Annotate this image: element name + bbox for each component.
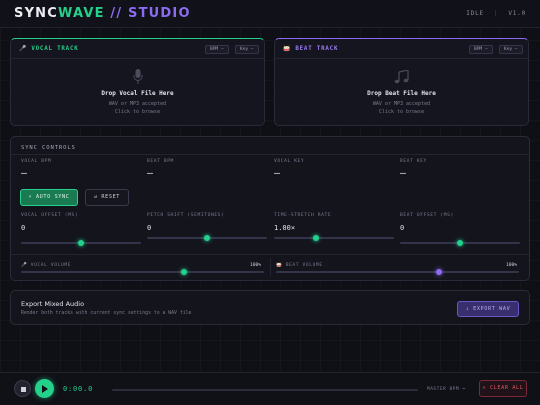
stat-vocal-bpm-value: — xyxy=(21,168,28,179)
volume-divider xyxy=(11,254,529,255)
drum-icon: 🥁 xyxy=(283,46,292,52)
vocal-key-pill: Key — xyxy=(235,45,259,54)
export-panel: Export Mixed Audio Render both tracks wi… xyxy=(10,290,530,325)
beat-drop-zone[interactable]: Drop Beat File Here WAV or MP3 accepted … xyxy=(275,59,528,125)
beat-volume-value: 100% xyxy=(506,263,518,268)
vocal-offset-slider-thumb[interactable] xyxy=(78,240,84,246)
beat-offset-slider-thumb[interactable] xyxy=(457,240,463,246)
transport-bar: 0:00.0 MASTER BPM — ✕ CLEAR ALL xyxy=(0,372,540,405)
music-notes-icon-svg xyxy=(394,69,409,84)
header-status-area: IDLE | V1.0 xyxy=(466,10,526,17)
version-label: V1.0 xyxy=(508,10,526,17)
app-logo: SYNCWAVE // STUDIO xyxy=(14,6,191,21)
pitch-shift-value: 0 xyxy=(147,224,152,232)
vocal-volume-value: 100% xyxy=(250,263,262,268)
beat-drop-browse: Click to browse xyxy=(378,109,425,115)
playback-time: 0:00.0 xyxy=(63,385,94,393)
vocal-drop-formats: WAV or MP3 accepted xyxy=(108,101,167,107)
beat-drop-formats: WAV or MP3 accepted xyxy=(372,101,431,107)
export-wav-button[interactable]: ↓ EXPORT WAV xyxy=(457,301,519,317)
beat-track-card: 🥁 BEAT TRACK BPM — Key — Drop Beat File … xyxy=(274,38,529,126)
beat-track-title-text: BEAT TRACK xyxy=(295,46,339,52)
beat-volume-slider[interactable] xyxy=(276,269,519,275)
beat-track-header: 🥁 BEAT TRACK BPM — Key — xyxy=(275,39,528,59)
vocal-offset-slider[interactable] xyxy=(21,240,141,246)
vocal-volume-slider-thumb[interactable] xyxy=(180,269,187,275)
stat-vocal-bpm-label: VOCAL BPM xyxy=(21,159,52,164)
master-bpm-value: — xyxy=(462,387,466,392)
vocal-drop-browse: Click to browse xyxy=(114,109,161,115)
beat-offset-label: BEAT OFFSET (MS) xyxy=(400,213,454,218)
logo-wave: WAVE xyxy=(58,6,105,21)
microphone-icon xyxy=(11,69,264,89)
stat-vocal-key-label: VOCAL KEY xyxy=(274,159,305,164)
play-icon xyxy=(42,384,48,393)
time-stretch-label: TIME-STRETCH RATE xyxy=(274,213,332,218)
vocal-track-title-text: VOCAL TRACK xyxy=(31,46,79,52)
export-subtitle: Render both tracks with current sync set… xyxy=(21,311,192,316)
vocal-drop-zone[interactable]: Drop Vocal File Here WAV or MP3 accepted… xyxy=(11,59,264,125)
header-separator: | xyxy=(493,10,499,17)
beat-offset-value: 0 xyxy=(400,224,405,232)
sync-controls-title: SYNC CONTROLS xyxy=(21,145,76,151)
beat-key-pill: Key — xyxy=(499,45,523,54)
vocal-drop-title: Drop Vocal File Here xyxy=(101,90,174,97)
pitch-shift-label: PITCH SHIFT (SEMITONES) xyxy=(147,213,225,218)
master-bpm: MASTER BPM — xyxy=(427,387,466,392)
stat-beat-key-value: — xyxy=(400,168,407,179)
vocal-volume-slider[interactable] xyxy=(21,269,264,275)
vocal-track-title: 🎤 VOCAL TRACK xyxy=(19,46,79,52)
stop-button[interactable] xyxy=(14,380,31,397)
vocal-bpm-pill: BPM — xyxy=(205,45,229,54)
pitch-shift-slider-thumb[interactable] xyxy=(204,235,210,241)
beat-bpm-pill: BPM — xyxy=(469,45,493,54)
stat-beat-bpm-value: — xyxy=(147,168,154,179)
vocal-volume-label-text: VOCAL VOLUME xyxy=(30,263,72,268)
beat-track-title: 🥁 BEAT TRACK xyxy=(283,46,338,52)
microphone-icon: 🎤 xyxy=(21,263,28,268)
beat-volume-label-text: BEAT VOLUME xyxy=(285,263,323,268)
status-indicator: IDLE xyxy=(466,10,484,17)
stat-beat-bpm-label: BEAT BPM xyxy=(147,159,174,164)
music-notes-icon xyxy=(275,69,528,88)
drum-icon: 🥁 xyxy=(276,263,283,268)
logo-studio: // STUDIO xyxy=(104,6,191,21)
master-bpm-label: MASTER BPM xyxy=(427,387,460,392)
reset-button[interactable]: ↺ RESET xyxy=(85,189,129,206)
vocal-track-header: 🎤 VOCAL TRACK BPM — Key — xyxy=(11,39,264,59)
time-stretch-value: 1.00× xyxy=(274,224,296,232)
sync-divider xyxy=(11,154,529,155)
export-title: Export Mixed Audio xyxy=(21,300,85,308)
clear-all-button[interactable]: ✕ CLEAR ALL xyxy=(479,380,527,397)
microphone-icon-svg xyxy=(133,69,142,84)
vocal-volume-label: 🎤 VOCAL VOLUME xyxy=(21,263,71,268)
app-header: SYNCWAVE // STUDIO IDLE | V1.0 xyxy=(0,0,540,28)
stop-icon xyxy=(20,386,26,392)
beat-offset-slider[interactable] xyxy=(400,240,520,246)
sync-controls-panel: SYNC CONTROLS VOCAL BPM — BEAT BPM — VOC… xyxy=(10,136,530,281)
playback-progress-bar[interactable] xyxy=(112,389,418,391)
pitch-shift-slider[interactable] xyxy=(147,235,267,241)
logo-sync: SYNC xyxy=(14,6,58,21)
time-stretch-slider-thumb[interactable] xyxy=(313,235,319,241)
vocal-offset-label: VOCAL OFFSET (MS) xyxy=(21,213,79,218)
microphone-icon: 🎤 xyxy=(19,46,28,52)
beat-volume-label: 🥁 BEAT VOLUME xyxy=(276,263,323,268)
beat-volume-slider-thumb[interactable] xyxy=(435,269,442,275)
play-button[interactable] xyxy=(35,379,54,398)
auto-sync-button[interactable]: ⚡ AUTO SYNC xyxy=(20,189,78,206)
time-stretch-slider[interactable] xyxy=(274,235,394,241)
beat-drop-title: Drop Beat File Here xyxy=(367,90,436,97)
stat-vocal-key-value: — xyxy=(274,168,281,179)
volume-separator xyxy=(270,258,271,276)
vocal-offset-value: 0 xyxy=(21,224,26,232)
vocal-track-card: 🎤 VOCAL TRACK BPM — Key — Drop Vocal Fil… xyxy=(10,38,265,126)
stat-beat-key-label: BEAT KEY xyxy=(400,159,427,164)
